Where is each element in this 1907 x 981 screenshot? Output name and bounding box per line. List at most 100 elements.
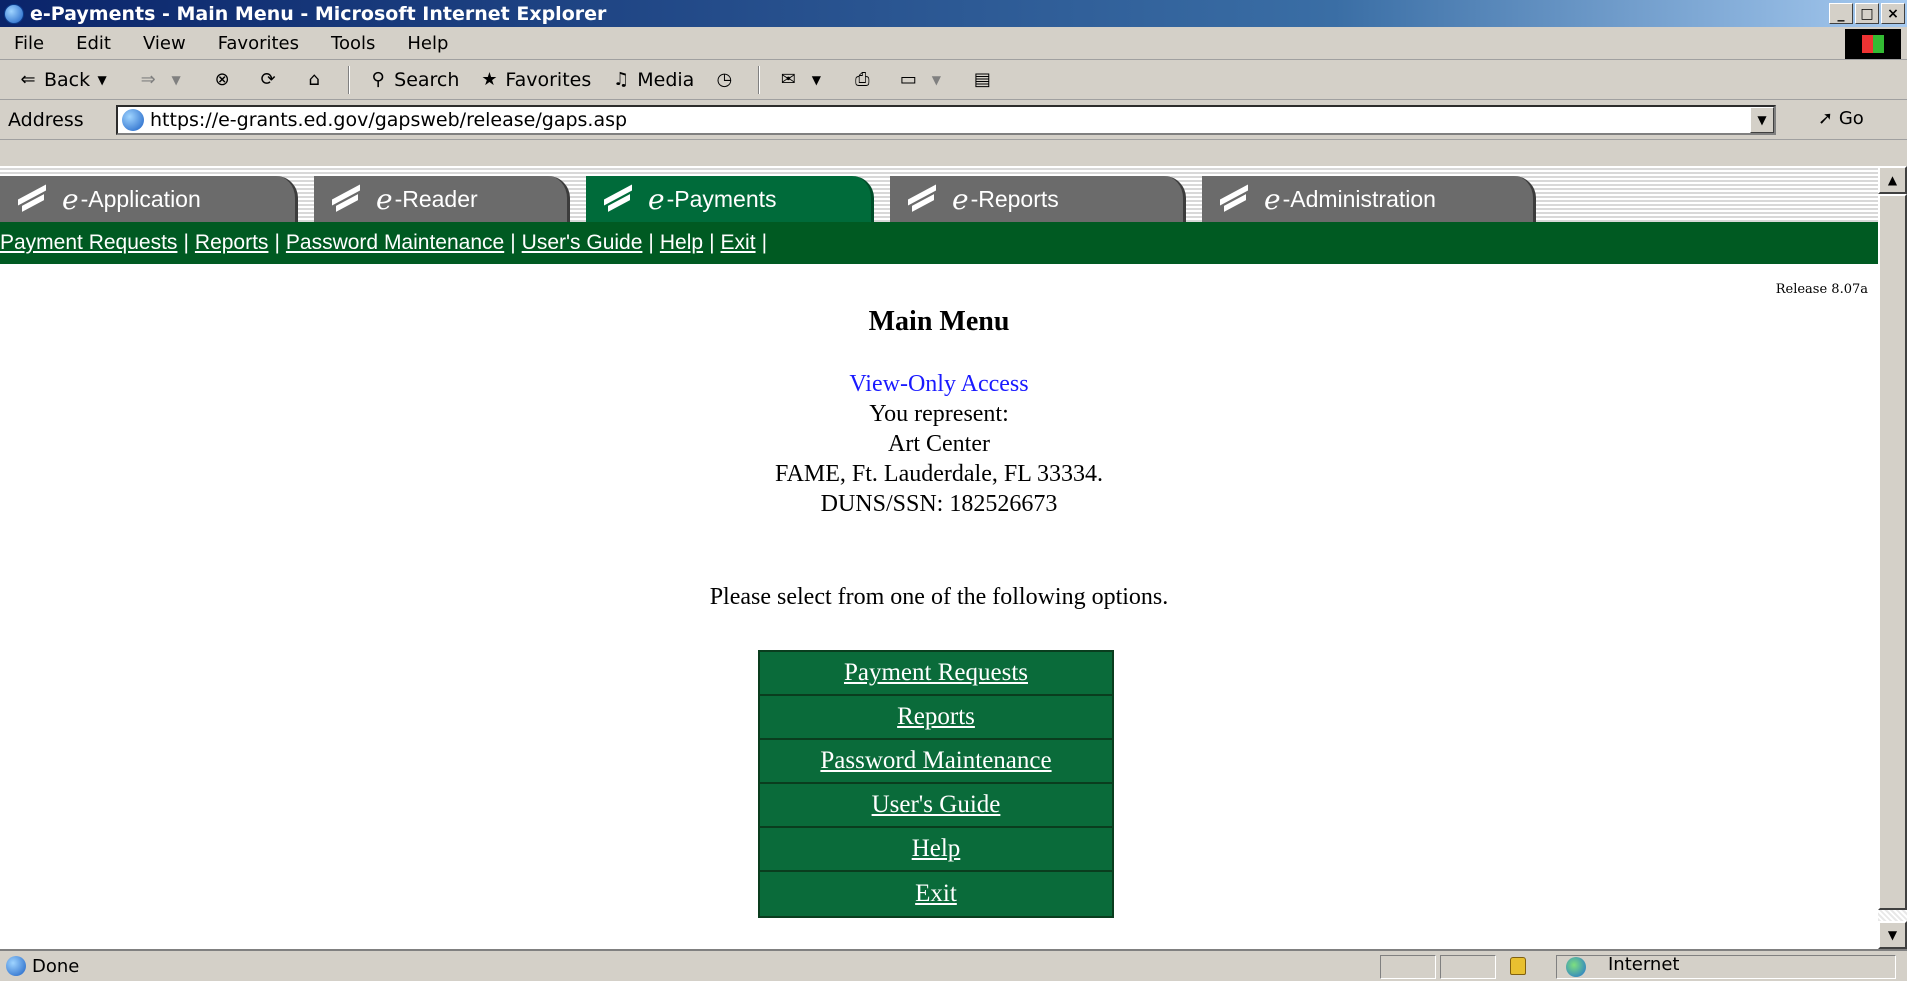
back-label: Back <box>44 68 91 91</box>
favorites-icon: ★ <box>481 68 498 90</box>
tab-logo-icon <box>18 188 46 210</box>
nav-separator: | <box>648 231 654 254</box>
refresh-icon: ⟳ <box>260 68 276 90</box>
option-users-guide[interactable]: User's Guide <box>760 784 1112 828</box>
window-title: e-Payments - Main Menu - Microsoft Inter… <box>30 2 607 25</box>
nav-link-reports[interactable]: Reports <box>195 231 269 255</box>
chevron-down-icon[interactable]: ▼ <box>804 69 828 91</box>
menu-help[interactable]: Help <box>407 33 448 54</box>
refresh-button[interactable]: ⟳ <box>256 69 284 91</box>
page-status-icon <box>6 956 26 976</box>
tab-e-letter: e <box>648 182 665 216</box>
scroll-thumb[interactable] <box>1878 194 1907 910</box>
zone-pane <box>1556 955 1896 979</box>
address-input[interactable]: https://e-grants.ed.gov/gapsweb/release/… <box>116 105 1776 135</box>
page-viewport: e -Application e -Reader e -Payments e -Repo… <box>0 166 1878 949</box>
toolbar-separator <box>348 65 351 94</box>
nav-link-users-guide[interactable]: User's Guide <box>522 231 643 255</box>
ie-icon <box>4 3 24 24</box>
tab-logo-icon <box>604 188 632 210</box>
access-level: View-Only Access <box>849 371 1029 397</box>
close-button[interactable]: × <box>1881 3 1905 24</box>
options-menu: Payment Requests Reports Password Mainte… <box>758 650 1114 918</box>
instructions-text: Please select from one of the following … <box>709 584 1169 610</box>
discuss-button[interactable]: ▤ <box>970 69 998 91</box>
go-label: Go <box>1838 108 1864 129</box>
home-button[interactable]: ⌂ <box>302 69 330 91</box>
menu-favorites[interactable]: Favorites <box>218 33 299 54</box>
minimize-button[interactable]: _ <box>1829 3 1853 24</box>
nav-separator: | <box>274 231 280 254</box>
media-button[interactable]: ♫ Media <box>609 69 694 91</box>
discuss-icon: ▤ <box>973 68 991 90</box>
forward-arrow-icon: ⇒ <box>140 68 156 90</box>
edit-icon: ▭ <box>899 68 917 90</box>
window-title-bar[interactable]: e-Payments - Main Menu - Microsoft Inter… <box>0 0 1907 27</box>
nav-link-payment-requests[interactable]: Payment Requests <box>0 231 177 255</box>
chevron-down-icon[interactable]: ▼ <box>924 69 948 91</box>
menu-bar: File Edit View Favorites Tools Help <box>0 27 1907 60</box>
nav-separator: | <box>510 231 516 254</box>
tab-label: -Payments <box>666 185 777 212</box>
mail-button[interactable]: ✉ ▼ <box>776 69 832 91</box>
tab-e-letter: e <box>952 182 969 216</box>
forward-button[interactable]: ⇒ ▼ <box>136 69 192 91</box>
history-icon: ◷ <box>716 68 733 90</box>
status-bar: Done Internet <box>0 949 1907 981</box>
menu-tools[interactable]: Tools <box>331 33 375 54</box>
internet-zone-icon <box>1566 957 1586 977</box>
tab-logo-icon <box>908 188 936 210</box>
nav-separator: | <box>709 231 715 254</box>
page-title: Main Menu <box>868 306 1010 337</box>
app-tab-bar: e -Application e -Reader e -Payments e -Repo… <box>0 166 1878 222</box>
vertical-scrollbar[interactable]: ▲ ▼ <box>1878 166 1907 949</box>
nav-link-exit[interactable]: Exit <box>721 231 756 255</box>
scroll-up-button[interactable]: ▲ <box>1878 166 1907 194</box>
tab-e-reader[interactable]: e -Reader <box>314 176 570 222</box>
tab-label: -Reader <box>394 185 478 212</box>
option-reports[interactable]: Reports <box>760 696 1112 740</box>
nav-separator: | <box>761 231 768 254</box>
tab-label: -Administration <box>1282 185 1436 212</box>
go-arrow-icon: ➚ <box>1818 108 1834 129</box>
lock-icon <box>1510 957 1526 975</box>
go-button[interactable]: ➚ Go <box>1818 108 1864 129</box>
tab-e-letter: e <box>62 182 79 216</box>
menu-edit[interactable]: Edit <box>76 33 111 54</box>
stop-button[interactable]: ⊗ <box>210 69 238 91</box>
tab-e-administration[interactable]: e -Administration <box>1202 176 1536 222</box>
tab-e-application[interactable]: e -Application <box>0 176 298 222</box>
print-button[interactable]: ⎙ <box>850 69 878 91</box>
tab-e-reports[interactable]: e -Reports <box>890 176 1186 222</box>
toolbar-separator <box>758 65 761 94</box>
menu-file[interactable]: File <box>14 33 44 54</box>
back-button[interactable]: ⇐ Back ▼ <box>16 69 118 91</box>
scroll-down-button[interactable]: ▼ <box>1878 921 1907 949</box>
organization-location: FAME, Ft. Lauderdale, FL 33334. <box>775 461 1103 487</box>
option-password-maintenance[interactable]: Password Maintenance <box>760 740 1112 784</box>
back-arrow-icon: ⇐ <box>20 68 36 90</box>
history-button[interactable]: ◷ <box>712 69 740 91</box>
option-exit[interactable]: Exit <box>760 872 1112 916</box>
nav-link-help[interactable]: Help <box>660 231 703 255</box>
maximize-button[interactable]: □ <box>1855 3 1879 24</box>
release-version: Release 8.07a <box>1775 282 1868 297</box>
tab-e-payments[interactable]: e -Payments <box>586 176 874 222</box>
address-dropdown-button[interactable]: ▼ <box>1750 107 1774 133</box>
window-controls: _ □ × <box>1829 3 1905 24</box>
search-button[interactable]: ⚲ Search <box>366 68 460 91</box>
edit-button[interactable]: ▭ ▼ <box>896 69 952 91</box>
search-label: Search <box>394 68 460 91</box>
chevron-down-icon[interactable]: ▼ <box>164 69 188 91</box>
option-payment-requests[interactable]: Payment Requests <box>760 652 1112 696</box>
option-help[interactable]: Help <box>760 828 1112 872</box>
menu-view[interactable]: View <box>143 33 186 54</box>
nav-link-password-maintenance[interactable]: Password Maintenance <box>286 231 504 255</box>
address-label: Address <box>8 108 84 131</box>
favorites-button[interactable]: ★ Favorites <box>477 69 591 91</box>
chevron-down-icon[interactable]: ▼ <box>90 69 114 91</box>
toolbar: ⇐ Back ▼ ⇒ ▼ ⊗ ⟳ ⌂ ⚲ Search ★ Favorites … <box>0 60 1907 100</box>
address-bar: Address https://e-grants.ed.gov/gapsweb/… <box>0 100 1907 140</box>
home-icon: ⌂ <box>308 68 320 90</box>
print-icon: ⎙ <box>855 68 870 90</box>
